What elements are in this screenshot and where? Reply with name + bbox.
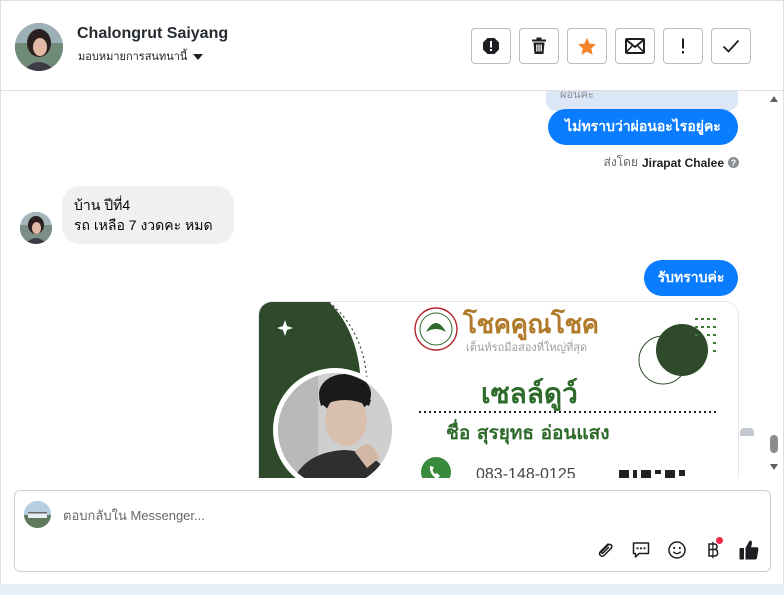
card-phone-number: 083-148-0125 [476,466,576,478]
paperclip-icon [598,543,613,557]
assign-conversation-dropdown[interactable]: มอบหมายการสนทนานี้ [78,47,204,65]
scroll-down-arrow[interactable] [770,464,778,470]
scroll-position-marker [740,428,754,436]
mark-important-button[interactable] [663,28,703,64]
incoming-message-line: รถ เหลือ 7 งวดคะ หมด [74,217,213,233]
mark-done-button[interactable] [711,28,751,64]
card-person-name: ชื่อ สุรยุทธ อ่อนแสง [446,422,610,444]
page-footer-strip [0,584,784,595]
incoming-message[interactable]: บ้าน ปีที่4 รถ เหลือ 7 งวดคะ หมด [62,186,234,244]
thumbs-up-icon [739,540,759,560]
page-avatar [24,501,51,528]
card-role-title: เซลล์ดูว์ [481,377,578,410]
caret-down-icon [193,53,204,60]
star-icon [578,37,596,55]
help-icon[interactable]: ? [728,157,739,168]
contact-avatar[interactable] [15,23,63,71]
reply-input[interactable] [63,504,663,526]
sent-by-label: ส่งโดย Jirapat Chalee ? [603,153,739,172]
contact-avatar-small [20,212,52,244]
report-button[interactable] [471,28,511,64]
emoji-button[interactable] [665,538,689,562]
notification-dot [716,537,723,544]
saved-replies-button[interactable] [629,538,653,562]
exclamation-icon [682,38,684,54]
attach-button[interactable] [593,538,617,562]
sent-by-name: Jirapat Chalee [641,155,724,170]
checkmark-icon [722,39,740,53]
like-button[interactable] [737,538,761,562]
scrollbar-thumb[interactable] [770,435,778,453]
conversation-header: Chalongrut Saiyang มอบหมายการสนทนานี้ [1,1,783,91]
quoted-message-text: ผ่อนคะ [560,91,594,101]
mark-unread-button[interactable] [615,28,655,64]
business-card-image[interactable]: โชคคูณโชค เต็นท์รถมือสองที่ใหญ่ที่สุด เซ… [258,301,739,478]
sent-by-prefix: ส่งโดย [603,155,638,169]
alert-octagon-icon [483,38,499,54]
message-thread[interactable]: ผ่อนคะ ไม่ทราบว่าผ่อนอะไรอยู่คะ ส่งโดย J… [1,91,766,478]
trash-icon [532,37,546,54]
outgoing-message[interactable]: รับทราบค่ะ [644,260,738,296]
assign-conversation-label: มอบหมายการสนทนานี้ [78,51,188,63]
mail-icon [625,38,645,54]
card-tagline: เต็นท์รถมือสองที่ใหญ่ที่สุด [466,342,588,354]
star-button[interactable] [567,28,607,64]
delete-button[interactable] [519,28,559,64]
scroll-up-arrow[interactable] [770,96,778,102]
smiley-icon [668,541,686,559]
incoming-message-line: บ้าน ปีที่4 [74,197,131,213]
contact-name[interactable]: Chalongrut Saiyang [77,25,228,43]
reply-composer [14,490,771,572]
payment-request-button[interactable] [701,537,725,562]
quoted-message: ผ่อนคะ [546,91,738,111]
outgoing-message[interactable]: ไม่ทราบว่าผ่อนอะไรอยู่คะ [548,109,738,145]
chat-bubble-icon [632,542,650,558]
